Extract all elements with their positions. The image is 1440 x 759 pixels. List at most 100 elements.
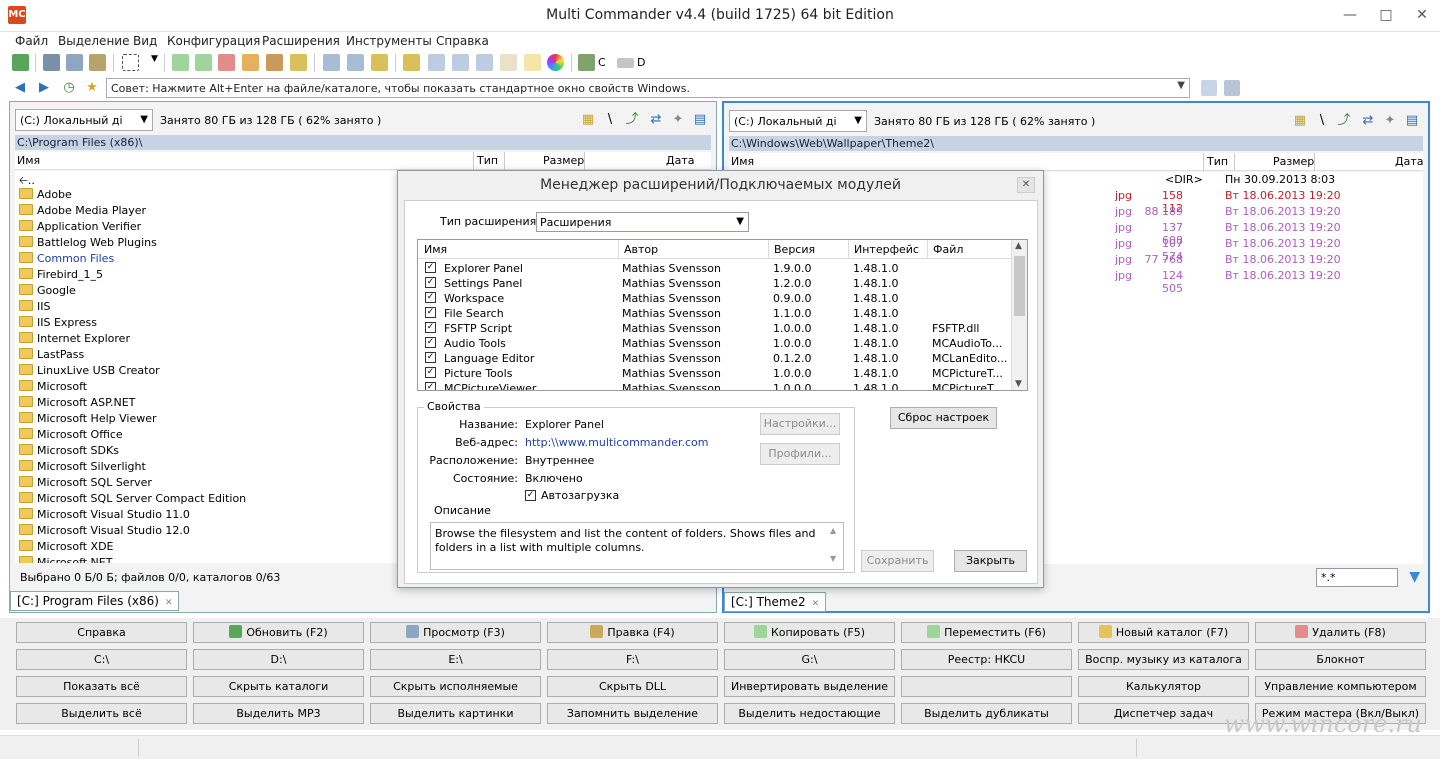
favorites-icon[interactable]: ★ <box>84 80 100 96</box>
description-scrollbar[interactable]: ▲ ▼ <box>830 524 842 568</box>
plugin-checkbox[interactable]: ✓ <box>425 367 436 378</box>
plugin-checkbox[interactable]: ✓ <box>425 292 436 303</box>
pin-icon[interactable]: ✦ <box>670 112 686 128</box>
column-type[interactable]: Тип <box>1207 155 1228 168</box>
list-item[interactable]: Microsoft SDKs <box>19 444 119 460</box>
function-button[interactable]: G:\ <box>724 649 895 670</box>
description-box[interactable]: Browse the filesystem and list the conte… <box>430 522 844 570</box>
list-item[interactable]: Microsoft Silverlight <box>19 460 146 476</box>
column-size[interactable]: Размер <box>1273 155 1314 168</box>
function-button[interactable]: F:\ <box>547 649 718 670</box>
archive-icon[interactable] <box>242 54 259 71</box>
function-button[interactable]: Выделить недостающие <box>724 703 895 724</box>
swap-icon[interactable]: ⇄ <box>1360 113 1376 129</box>
list-item-dir[interactable]: <DIR> Пн 30.09.2013 8:03 <box>1115 173 1415 189</box>
column-size[interactable]: Размер <box>543 154 584 167</box>
find-edit-icon[interactable] <box>347 54 364 71</box>
function-button[interactable]: Просмотр (F3) <box>370 622 541 643</box>
web-link[interactable]: http:\\www.multicommander.com <box>525 436 708 449</box>
root-icon[interactable]: \ <box>602 112 618 128</box>
function-button[interactable]: Запомнить выделение <box>547 703 718 724</box>
table-row[interactable]: jpg 158 112 Вт 18.06.2013 19:20 <box>1115 189 1415 215</box>
dialog-close-icon[interactable]: ✕ <box>1017 177 1035 193</box>
dialog-close-button[interactable]: Закрыть <box>954 550 1027 572</box>
column-date[interactable]: Дата <box>1395 155 1423 168</box>
list-item[interactable]: Microsoft <box>19 380 87 396</box>
plugin-checkbox[interactable]: ✓ <box>425 352 436 363</box>
find-folder-icon[interactable] <box>371 54 388 71</box>
pin-icon[interactable]: ✦ <box>1382 113 1398 129</box>
scroll-down-icon[interactable]: ▼ <box>1015 379 1022 389</box>
drive-selector[interactable]: (C:) Локальный ді ▼ <box>15 109 153 131</box>
column-name[interactable]: Имя <box>17 154 40 167</box>
refresh-icon[interactable] <box>12 54 29 71</box>
list-item[interactable]: Microsoft SQL Server Compact Edition <box>19 492 246 508</box>
profiles-button[interactable]: Профили... <box>760 443 840 465</box>
function-button[interactable]: Переместить (F6) <box>901 622 1072 643</box>
list-item[interactable]: IIS <box>19 300 50 316</box>
list-item[interactable]: Application Verifier <box>19 220 141 236</box>
column-author[interactable]: Автор <box>624 243 658 256</box>
document-copy-icon[interactable] <box>476 54 493 71</box>
up-folder-icon[interactable]: ⤴ <box>624 112 640 128</box>
list-item[interactable]: Adobe Media Player <box>19 204 146 220</box>
close-tab-icon[interactable]: ✕ <box>165 598 173 608</box>
function-button[interactable]: Выделить дубликаты <box>901 703 1072 724</box>
list-item[interactable]: IIS Express <box>19 316 97 332</box>
list-item[interactable]: Microsoft XDE <box>19 540 114 556</box>
plugin-checkbox[interactable]: ✓ <box>425 277 436 288</box>
list-item[interactable]: Adobe <box>19 188 72 204</box>
folder-edit-icon[interactable] <box>290 54 307 71</box>
list-item[interactable]: Microsoft ASP.NET <box>19 396 135 412</box>
plugin-row[interactable]: ✓ Picture Tools Mathias Svensson 1.0.0.0 1.4… <box>418 366 1012 381</box>
list-item[interactable]: Microsoft.NET <box>19 556 112 563</box>
column-date[interactable]: Дата <box>666 154 694 167</box>
maximize-button[interactable]: □ <box>1368 0 1404 30</box>
list-item[interactable]: Internet Explorer <box>19 332 130 348</box>
scroll-up-icon[interactable]: ▲ <box>1015 241 1022 251</box>
document-list-icon[interactable] <box>452 54 469 71</box>
table-row[interactable]: jpg 107 574 Вт 18.06.2013 19:20 <box>1115 237 1415 263</box>
plugin-row[interactable]: ✓ Explorer Panel Mathias Svensson 1.9.0.0 1.… <box>418 261 1012 276</box>
menu-help[interactable]: Справка <box>436 34 489 48</box>
function-button[interactable]: Скрыть каталоги <box>193 676 364 697</box>
function-button[interactable]: Удалить (F8) <box>1255 622 1426 643</box>
list-item[interactable]: LinuxLive USB Creator <box>19 364 160 380</box>
filter-input[interactable]: *.* <box>1316 568 1398 587</box>
minimize-button[interactable]: — <box>1332 0 1368 30</box>
file-delete-icon[interactable] <box>218 54 235 71</box>
plugin-row[interactable]: ✓ File Search Mathias Svensson 1.1.0.0 1.48.… <box>418 306 1012 321</box>
path-bar[interactable]: C:\Windows\Web\Wallpaper\Theme2\ <box>729 136 1423 151</box>
swap-icon[interactable]: ⇄ <box>648 112 664 128</box>
history-icon[interactable]: ◷ <box>61 80 77 96</box>
table-row[interactable]: jpg 88 189 Вт 18.06.2013 19:20 <box>1115 205 1415 221</box>
list-item[interactable]: Microsoft Visual Studio 11.0 <box>19 508 190 524</box>
function-button[interactable]: D:\ <box>193 649 364 670</box>
autoload-checkbox[interactable]: ✓ <box>525 490 536 501</box>
column-file[interactable]: Файл <box>933 243 963 256</box>
function-button[interactable]: Калькулятор <box>1078 676 1249 697</box>
plugin-checkbox[interactable]: ✓ <box>425 307 436 318</box>
list-item[interactable]: Microsoft Help Viewer <box>19 412 157 428</box>
function-button[interactable]: Выделить MP3 <box>193 703 364 724</box>
menu-configuration[interactable]: Конфигурация <box>167 34 260 48</box>
clipboard-icon[interactable] <box>500 54 517 71</box>
function-button[interactable]: Блокнот <box>1255 649 1426 670</box>
function-button[interactable]: Инвертировать выделение <box>724 676 895 697</box>
plugin-checkbox[interactable]: ✓ <box>425 337 436 348</box>
column-name[interactable]: Имя <box>731 155 754 168</box>
column-interface[interactable]: Интерфейс <box>854 243 919 256</box>
function-button[interactable]: Выделить картинки <box>370 703 541 724</box>
plugin-row[interactable]: ✓ Language Editor Mathias Svensson 0.1.2.0 1… <box>418 351 1012 366</box>
menu-selection[interactable]: Выделение <box>58 34 129 48</box>
find-icon[interactable] <box>323 54 340 71</box>
tab-program-files[interactable]: [C:] Program Files (x86) ✕ <box>10 591 180 611</box>
function-button[interactable] <box>901 676 1072 697</box>
table-row[interactable]: jpg 137 608 Вт 18.06.2013 19:20 <box>1115 221 1415 247</box>
scroll-thumb[interactable] <box>1014 256 1025 316</box>
copy-icon[interactable] <box>66 54 83 71</box>
plugin-row[interactable]: ✓ Audio Tools Mathias Svensson 1.0.0.0 1.48.… <box>418 336 1012 351</box>
table-row[interactable]: jpg 124 505 Вт 18.06.2013 19:20 <box>1115 269 1415 295</box>
plugin-checkbox[interactable]: ✓ <box>425 262 436 273</box>
list-item[interactable]: Google <box>19 284 76 300</box>
